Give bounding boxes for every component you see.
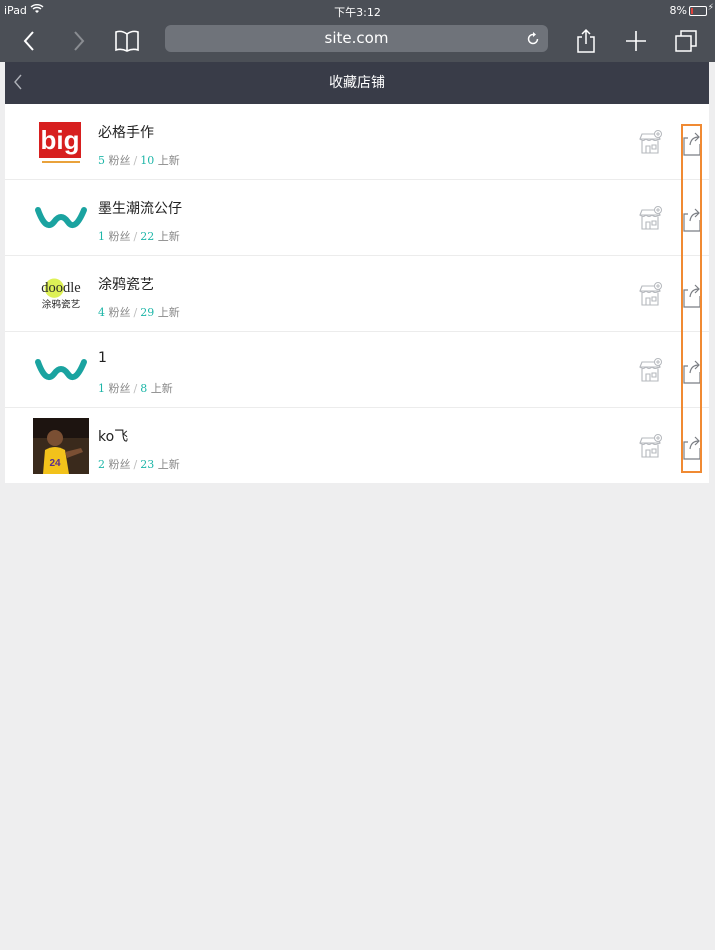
shop-name: 1 bbox=[98, 350, 107, 366]
store-icon bbox=[639, 130, 662, 154]
shop-stats: 1 粉丝/22 上新 bbox=[98, 230, 180, 243]
store-icon bbox=[639, 434, 662, 458]
status-bar: iPad 下午3:12 8% ⚡ bbox=[0, 0, 715, 20]
store-icon bbox=[639, 206, 662, 230]
shop-name: 必格手作 bbox=[98, 125, 154, 141]
shop-name: 涂鸦瓷艺 bbox=[98, 277, 154, 293]
shop-logo bbox=[33, 342, 89, 398]
share-page-button[interactable] bbox=[571, 26, 601, 56]
fans-count: 1 bbox=[98, 382, 105, 395]
shop-row[interactable]: 24 ko飞 2 粉丝/23 上新 bbox=[5, 408, 709, 483]
fans-label: 粉丝 bbox=[108, 154, 131, 167]
tabs-icon bbox=[675, 30, 697, 52]
svg-text:big: big bbox=[41, 125, 80, 155]
new-count: 29 bbox=[140, 306, 155, 319]
clock: 下午3:12 bbox=[334, 6, 381, 19]
page-title: 收藏店铺 bbox=[329, 75, 385, 91]
shop-row[interactable]: 1 1 粉丝/8 上新 bbox=[5, 332, 709, 408]
new-label: 上新 bbox=[150, 382, 173, 395]
fans-label: 粉丝 bbox=[108, 382, 131, 395]
svg-text:24: 24 bbox=[49, 458, 61, 469]
new-label: 上新 bbox=[157, 230, 180, 243]
chevron-left-icon bbox=[23, 31, 34, 51]
shop-name: 墨生潮流公仔 bbox=[98, 201, 182, 217]
favorite-shops-list: big 必格手作 5 粉丝/10 上新 墨生潮流公仔 1 粉丝/22 上新 do… bbox=[5, 104, 709, 483]
shop-name: ko飞 bbox=[98, 429, 129, 445]
shop-stats: 2 粉丝/23 上新 bbox=[98, 458, 180, 471]
bookmarks-button[interactable] bbox=[112, 26, 142, 56]
new-count: 22 bbox=[140, 230, 155, 243]
new-label: 上新 bbox=[157, 154, 180, 167]
share-column-highlight bbox=[681, 124, 702, 473]
tabs-button[interactable] bbox=[671, 26, 701, 56]
battery-percent: 8% bbox=[669, 4, 687, 17]
new-count: 10 bbox=[140, 154, 155, 167]
enter-store-button[interactable] bbox=[637, 358, 663, 384]
fans-count: 4 bbox=[98, 306, 105, 319]
fans-count: 2 bbox=[98, 458, 105, 471]
shop-row[interactable]: doodle 涂鸦瓷艺 涂鸦瓷艺 4 粉丝/29 上新 bbox=[5, 256, 709, 332]
share-icon bbox=[577, 28, 595, 53]
reload-icon[interactable] bbox=[526, 25, 540, 52]
shop-logo: 24 bbox=[33, 418, 89, 474]
book-icon bbox=[115, 30, 139, 52]
svg-text:doodle: doodle bbox=[41, 280, 80, 296]
browser-forward-button[interactable] bbox=[64, 26, 94, 56]
browser-back-button[interactable] bbox=[14, 26, 44, 56]
browser-toolbar: site.com bbox=[0, 20, 715, 62]
enter-store-button[interactable] bbox=[637, 130, 663, 156]
charging-icon: ⚡ bbox=[707, 3, 714, 13]
fans-label: 粉丝 bbox=[108, 458, 131, 471]
new-count: 23 bbox=[140, 458, 155, 471]
shop-logo: big bbox=[33, 114, 89, 170]
plus-icon bbox=[626, 31, 646, 51]
fans-label: 粉丝 bbox=[108, 306, 131, 319]
enter-store-button[interactable] bbox=[637, 434, 663, 460]
shop-row[interactable]: big 必格手作 5 粉丝/10 上新 bbox=[5, 104, 709, 180]
new-label: 上新 bbox=[157, 306, 180, 319]
enter-store-button[interactable] bbox=[637, 282, 663, 308]
store-icon bbox=[639, 358, 662, 382]
shop-row[interactable]: 墨生潮流公仔 1 粉丝/22 上新 bbox=[5, 180, 709, 256]
fans-count: 1 bbox=[98, 230, 105, 243]
new-count: 8 bbox=[140, 382, 148, 395]
shop-logo bbox=[33, 190, 89, 246]
shop-stats: 5 粉丝/10 上新 bbox=[98, 154, 180, 167]
enter-store-button[interactable] bbox=[637, 206, 663, 232]
new-label: 上新 bbox=[157, 458, 180, 471]
page-header: 收藏店铺 bbox=[5, 62, 709, 104]
store-icon bbox=[639, 282, 662, 306]
fans-label: 粉丝 bbox=[108, 230, 131, 243]
shop-logo: doodle 涂鸦瓷艺 bbox=[33, 266, 89, 322]
address-bar[interactable]: site.com bbox=[165, 25, 548, 52]
url-text: site.com bbox=[324, 29, 389, 47]
shop-stats: 1 粉丝/8 上新 bbox=[98, 382, 173, 395]
fans-count: 5 bbox=[98, 154, 105, 167]
shop-stats: 4 粉丝/29 上新 bbox=[98, 306, 180, 319]
svg-text:涂鸦瓷艺: 涂鸦瓷艺 bbox=[42, 299, 81, 311]
chevron-right-icon bbox=[74, 31, 85, 51]
battery-icon bbox=[689, 6, 707, 16]
new-tab-button[interactable] bbox=[621, 26, 651, 56]
